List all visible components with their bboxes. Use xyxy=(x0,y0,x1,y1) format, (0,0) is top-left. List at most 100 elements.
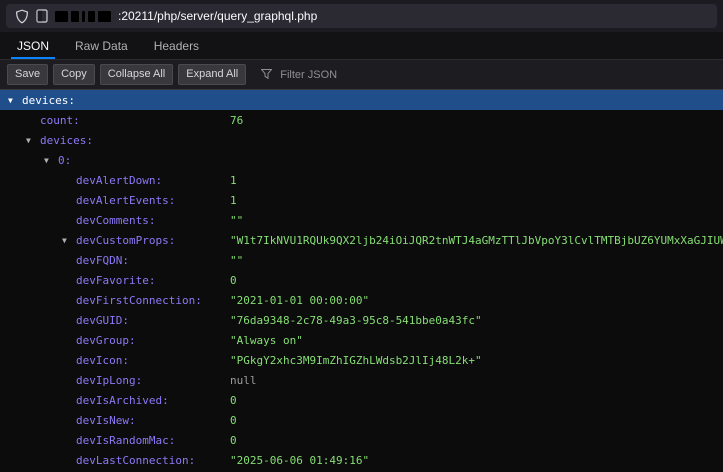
json-key: 0: xyxy=(58,154,71,167)
json-value: "Always on" xyxy=(230,334,723,347)
json-row[interactable]: ▼ 0: xyxy=(0,150,723,170)
tab-raw-data[interactable]: Raw Data xyxy=(62,32,141,59)
json-key: devIcon: xyxy=(76,354,129,367)
redaction-block xyxy=(55,11,68,22)
json-key-cell: ▼ devIcon: xyxy=(0,354,230,367)
json-key-cell: ▼ devFQDN: xyxy=(0,254,230,267)
json-row[interactable]: ▼ devIsNew: 0 xyxy=(0,410,723,430)
redaction-block xyxy=(88,11,95,22)
json-value: "W1t7IkNVU1RQUk9QX2ljb24iOiJQR2tnWTJ4aGM… xyxy=(230,234,723,247)
json-row[interactable]: ▼ devIcon: "PGkgY2xhc3M9ImZhIGZhLWdsb2Jl… xyxy=(0,350,723,370)
tab-headers[interactable]: Headers xyxy=(141,32,212,59)
url-text[interactable]: :20211/php/server/query_graphql.php xyxy=(118,9,317,23)
expand-triangle-icon[interactable]: ▼ xyxy=(26,136,40,145)
shield-icon[interactable] xyxy=(15,9,29,24)
json-key-cell: ▼ devices: xyxy=(0,134,230,147)
save-button[interactable]: Save xyxy=(7,64,48,85)
tab-json[interactable]: JSON xyxy=(4,32,62,59)
json-row[interactable]: ▼ devFQDN: "" xyxy=(0,250,723,270)
expand-triangle-icon[interactable]: ▼ xyxy=(62,236,76,245)
copy-button[interactable]: Copy xyxy=(53,64,95,85)
json-key-cell: ▼ devIsRandomMac: xyxy=(0,434,230,447)
json-key-cell: ▼ count: xyxy=(0,114,230,127)
expand-triangle-icon[interactable]: ▼ xyxy=(44,156,58,165)
json-row[interactable]: ▼ devLastConnection: "2025-06-06 01:49:1… xyxy=(0,450,723,470)
json-value: 0 xyxy=(230,274,723,287)
json-row[interactable]: ▼ devGUID: "76da9348-2c78-49a3-95c8-541b… xyxy=(0,310,723,330)
json-toolbar: Save Copy Collapse All Expand All xyxy=(0,60,723,90)
json-value: "2021-01-01 00:00:00" xyxy=(230,294,723,307)
json-key-cell: ▼ devFavorite: xyxy=(0,274,230,287)
expand-triangle-icon[interactable]: ▼ xyxy=(8,96,22,105)
redaction-block xyxy=(71,11,79,22)
redaction-block xyxy=(98,11,111,22)
json-key-cell: ▼ devGroup: xyxy=(0,334,230,347)
json-key: devices: xyxy=(40,134,93,147)
json-key: devLastConnection: xyxy=(76,454,195,467)
json-key-cell: ▼ devAlertDown: xyxy=(0,174,230,187)
json-key: devIsRandomMac: xyxy=(76,434,175,447)
url-bar[interactable]: :20211/php/server/query_graphql.php xyxy=(6,4,717,28)
json-key: devIsNew: xyxy=(76,414,136,427)
json-row[interactable]: ▼ devAlertDown: 1 xyxy=(0,170,723,190)
json-key: devFavorite: xyxy=(76,274,155,287)
json-key: devices: xyxy=(22,94,75,107)
json-key-cell: ▼ devIsArchived: xyxy=(0,394,230,407)
json-key: devAlertEvents: xyxy=(76,194,175,207)
json-key: devGUID: xyxy=(76,314,129,327)
json-value: 0 xyxy=(230,394,723,407)
json-row[interactable]: ▼ devIsArchived: 0 xyxy=(0,390,723,410)
json-key: devFQDN: xyxy=(76,254,129,267)
json-key-cell: ▼ devComments: xyxy=(0,214,230,227)
json-key: count: xyxy=(40,114,80,127)
json-key-cell: ▼ devIsNew: xyxy=(0,414,230,427)
json-key: devComments: xyxy=(76,214,155,227)
json-value: "" xyxy=(230,254,723,267)
json-key-cell: ▼ devCustomProps: xyxy=(0,234,230,247)
json-key: devIpLong: xyxy=(76,374,142,387)
json-value: "2025-06-06 01:49:16" xyxy=(230,454,723,467)
json-key: devGroup: xyxy=(76,334,136,347)
json-key-cell: ▼ devIpLong: xyxy=(0,374,230,387)
redacted-host xyxy=(55,11,111,22)
json-viewer-tabbar: JSON Raw Data Headers xyxy=(0,32,723,60)
json-key-cell: ▼ devLastConnection: xyxy=(0,454,230,467)
json-key-cell: ▼ devFirstConnection: xyxy=(0,294,230,307)
json-key-cell: ▼ devices: xyxy=(0,94,230,107)
json-row[interactable]: ▼ devGroup: "Always on" xyxy=(0,330,723,350)
json-key: devIsArchived: xyxy=(76,394,169,407)
json-tree: ▼ devices: ▼ count: 76 ▼ devices: ▼ 0: ▼… xyxy=(0,90,723,470)
json-key: devCustomProps: xyxy=(76,234,175,247)
expand-all-button[interactable]: Expand All xyxy=(178,64,246,85)
json-value: 0 xyxy=(230,414,723,427)
json-row[interactable]: ▼ devAlertEvents: 1 xyxy=(0,190,723,210)
filter-json-input[interactable] xyxy=(278,68,408,82)
json-row[interactable]: ▼ devices: xyxy=(0,90,723,110)
json-value: 1 xyxy=(230,194,723,207)
json-value: "PGkgY2xhc3M9ImZhIGZhLWdsb2JlIj48L2k+" xyxy=(230,354,723,367)
json-key-cell: ▼ devGUID: xyxy=(0,314,230,327)
collapse-all-button[interactable]: Collapse All xyxy=(100,64,173,85)
json-row[interactable]: ▼ devIpLong: null xyxy=(0,370,723,390)
json-row[interactable]: ▼ devCustomProps: "W1t7IkNVU1RQUk9QX2ljb… xyxy=(0,230,723,250)
filter-json-box xyxy=(261,66,408,84)
redaction-block xyxy=(82,11,85,22)
json-key: devFirstConnection: xyxy=(76,294,202,307)
json-row[interactable]: ▼ devFirstConnection: "2021-01-01 00:00:… xyxy=(0,290,723,310)
json-key: devAlertDown: xyxy=(76,174,162,187)
browser-toolbar: :20211/php/server/query_graphql.php xyxy=(0,0,723,32)
json-row[interactable]: ▼ devComments: "" xyxy=(0,210,723,230)
filter-funnel-icon xyxy=(261,66,272,84)
json-value: "" xyxy=(230,214,723,227)
json-key-cell: ▼ devAlertEvents: xyxy=(0,194,230,207)
json-value: 76 xyxy=(230,114,723,127)
json-value: 1 xyxy=(230,174,723,187)
json-row[interactable]: ▼ count: 76 xyxy=(0,110,723,130)
json-value: null xyxy=(230,374,723,387)
json-value: 0 xyxy=(230,434,723,447)
json-value: "76da9348-2c78-49a3-95c8-541bbe0a43fc" xyxy=(230,314,723,327)
json-row[interactable]: ▼ devFavorite: 0 xyxy=(0,270,723,290)
json-row[interactable]: ▼ devIsRandomMac: 0 xyxy=(0,430,723,450)
site-security-icon[interactable] xyxy=(36,9,48,23)
json-row[interactable]: ▼ devices: xyxy=(0,130,723,150)
